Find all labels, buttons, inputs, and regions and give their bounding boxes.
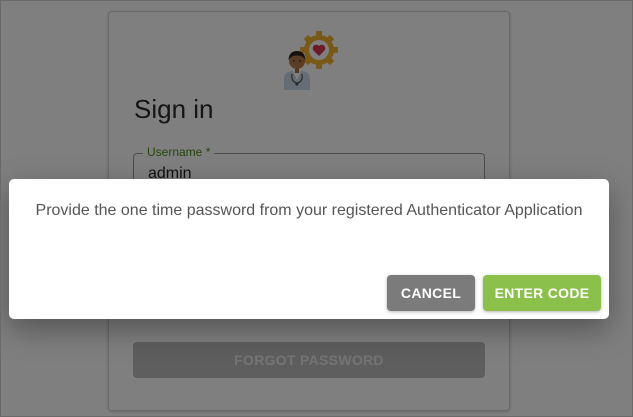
cancel-button[interactable]: CANCEL — [387, 275, 475, 311]
otp-dialog: Provide the one time password from your … — [9, 179, 609, 319]
dialog-message: Provide the one time password from your … — [35, 202, 583, 219]
app-window: Sign in Username * admin FORGOT PASSWORD… — [0, 0, 633, 417]
enter-code-button[interactable]: ENTER CODE — [483, 275, 601, 311]
